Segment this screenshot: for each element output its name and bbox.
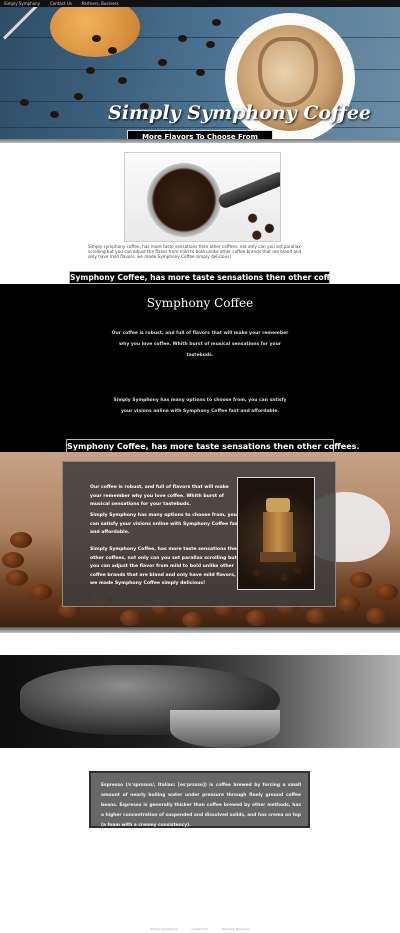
about-section: Symphony Coffee Our coffee is robust, an… <box>0 284 400 452</box>
site-title: Simply Symphony Coffee <box>108 102 371 124</box>
portafilter-image <box>124 152 281 242</box>
page: Simply Symphony Contact Us Partners, Bus… <box>0 0 400 933</box>
macaron-image <box>50 7 140 57</box>
taste-banner-1: Symphony Coffee, has more taste sensatio… <box>69 271 348 284</box>
panel-paragraph-2: Simply Symphony has many options to choo… <box>90 513 240 536</box>
hero-banner: Simply Symphony Coffee <box>0 7 400 139</box>
footer-link-partners[interactable]: Partners, Business <box>222 927 250 931</box>
footer-link-home[interactable]: Simply Symphony <box>150 927 177 931</box>
divider-band <box>0 139 400 143</box>
about-paragraph-1: Our coffee is robust, and full of flavor… <box>111 331 289 358</box>
footer-link-contact[interactable]: Contact Us <box>192 927 208 931</box>
espresso-machine-image <box>0 655 400 748</box>
intro-paragraph: Simply symphony coffee, has more taste s… <box>88 244 302 260</box>
footer: Simply Symphony Contact Us Partners, Bus… <box>0 925 400 933</box>
coffee-grinder-image <box>237 477 315 590</box>
espresso-definition: Espresso (/ɛˈsprɛsoʊ/, Italian: [esˈprɛs… <box>101 783 301 828</box>
divider-band-2 <box>0 627 400 633</box>
top-nav: Simply Symphony Contact Us Partners, Bus… <box>0 0 400 7</box>
info-panel: Our coffee is robust, and full of flavor… <box>62 461 336 607</box>
nav-link-partners[interactable]: Partners, Business <box>82 1 119 6</box>
nav-link-home[interactable]: Simply Symphony <box>4 1 40 6</box>
about-paragraph-2: Simply Symphony has many options to choo… <box>113 398 287 414</box>
beans-parallax-section: Our coffee is robust, and full of flavor… <box>0 452 400 630</box>
panel-paragraph-3: Simply Symphony Coffee, has more taste s… <box>90 547 240 587</box>
panel-paragraph-1: Our coffee is robust, and full of flavor… <box>90 485 229 508</box>
espresso-definition-box: Espresso (/ɛˈsprɛsoʊ/, Italian: [esˈprɛs… <box>89 771 310 828</box>
taste-banner-2: Symphony Coffee, has more taste sensatio… <box>66 439 359 453</box>
section-heading: Symphony Coffee <box>146 296 254 310</box>
nav-link-contact[interactable]: Contact Us <box>50 1 72 6</box>
